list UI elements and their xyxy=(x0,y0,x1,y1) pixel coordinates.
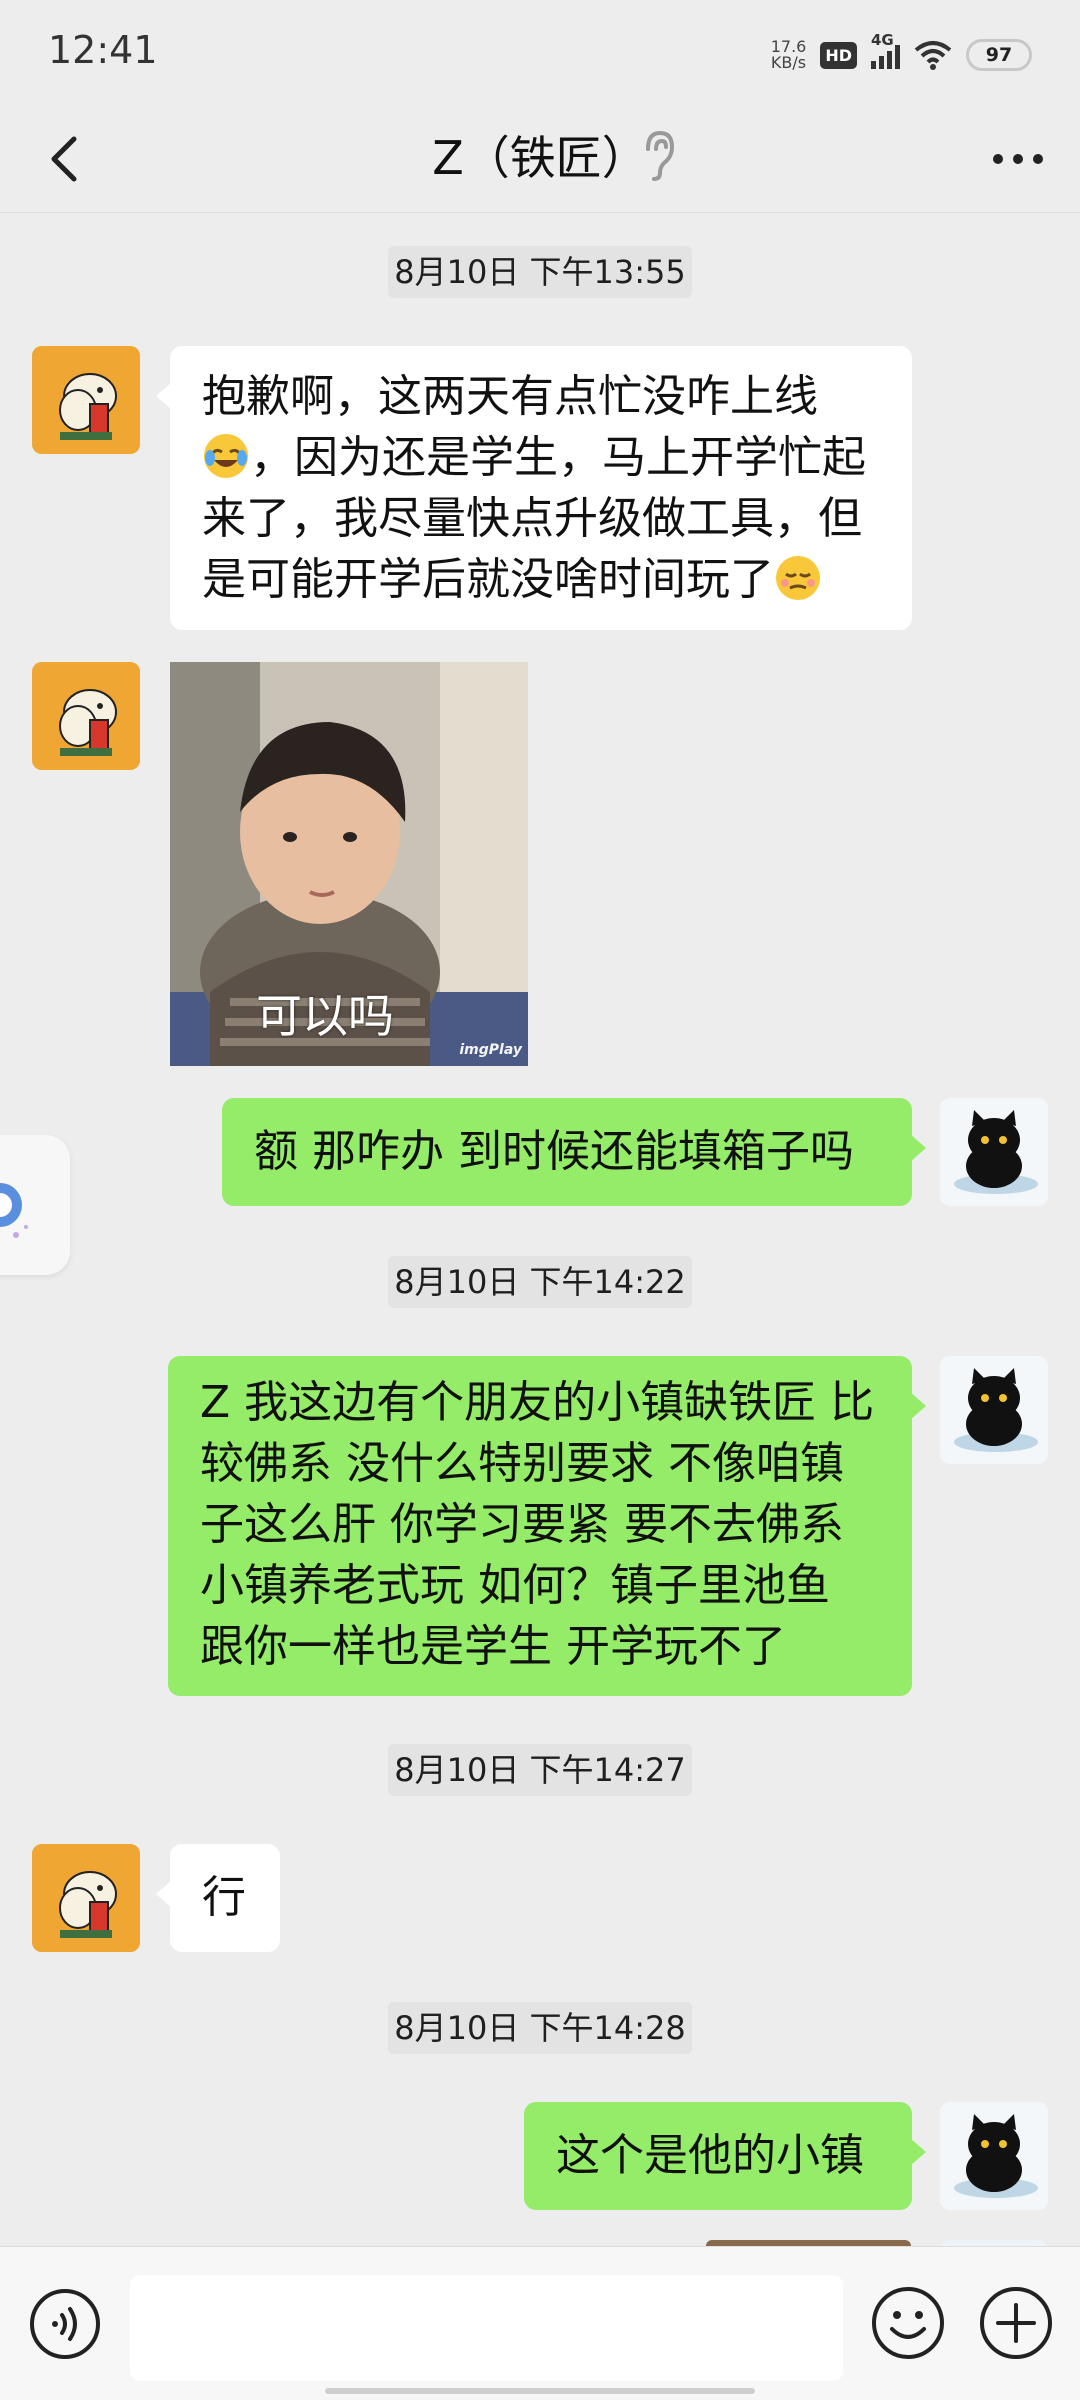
battery-indicator: 97 xyxy=(966,39,1032,71)
message-line: 额 那咋办 到时候还能填箱子吗 xyxy=(254,1126,854,1177)
ear-icon[interactable] xyxy=(638,125,678,185)
hd-icon: HD xyxy=(820,41,857,69)
plus-icon[interactable] xyxy=(978,2285,1054,2361)
network-speed: 17.6 KB/s xyxy=(770,37,807,72)
message-input[interactable] xyxy=(130,2275,843,2381)
cellular-signal-icon: 4G xyxy=(871,31,900,69)
time-separator: 8月10日 下午13:55 xyxy=(388,246,692,298)
message-line: 较佛系 没什么特别要求 不像咱镇 xyxy=(200,1438,844,1489)
message-line: 行 xyxy=(202,1872,246,1923)
my-avatar[interactable] xyxy=(940,1356,1048,1464)
chat-title: Z（铁匠） xyxy=(432,131,648,185)
message-bubble-contact[interactable]: 抱歉啊，这两天有点忙没咋上线 ，因为还是学生，马上开学忙起 来了，我尽量快点升级… xyxy=(156,346,912,630)
voice-icon[interactable] xyxy=(28,2287,102,2361)
contact-avatar-image xyxy=(32,662,140,770)
input-bar xyxy=(0,2246,1080,2400)
sticker-watermark: imgPlay xyxy=(459,1042,522,1058)
status-bar: 12:41 17.6 KB/s HD 4G 97 xyxy=(0,0,1080,105)
message-bubble-me[interactable]: 额 那咋办 到时候还能填箱子吗 xyxy=(222,1098,926,1206)
message-bubble-contact[interactable]: 行 xyxy=(156,1844,280,1952)
laughing-tears-emoji xyxy=(204,434,248,478)
message-line: 跟你一样也是学生 开学玩不了 xyxy=(200,1621,786,1672)
message-line: Z 我这边有个朋友的小镇缺铁匠 比 xyxy=(200,1377,875,1428)
sticker-image[interactable]: 可以吗 imgPlay xyxy=(170,662,528,1066)
contact-avatar-image xyxy=(32,346,140,454)
floating-widget-icon xyxy=(0,1183,28,1238)
time-separator: 8月10日 下午14:22 xyxy=(388,1256,692,1308)
message-bubble-me[interactable]: Z 我这边有个朋友的小镇缺铁匠 比 较佛系 没什么特别要求 不像咱镇 子这么肝 … xyxy=(168,1356,926,1696)
more-icon[interactable] xyxy=(986,127,1050,191)
wifi-icon xyxy=(914,41,952,70)
time-separator: 8月10日 下午14:27 xyxy=(388,1744,692,1796)
home-indicator[interactable] xyxy=(325,2388,755,2394)
message-line: 子这么肝 你学习要紧 要不去佛系 xyxy=(200,1499,844,1550)
message-bubble-me[interactable]: 这个是他的小镇 xyxy=(524,2102,926,2210)
contact-avatar[interactable] xyxy=(32,662,140,770)
emoji-icon[interactable] xyxy=(870,2285,946,2361)
contact-avatar[interactable] xyxy=(32,346,140,454)
message-line: 来了，我尽量快点升级做工具，但 xyxy=(202,493,862,544)
status-icons: 17.6 KB/s HD 4G 97 xyxy=(771,30,1032,80)
my-avatar[interactable] xyxy=(940,2102,1048,2210)
chat-header: Z（铁匠） xyxy=(0,105,1080,213)
message-line: 抱歉啊，这两天有点忙没咋上线 xyxy=(202,371,818,422)
my-avatar-image xyxy=(940,1098,1048,1206)
my-avatar-image xyxy=(940,1356,1048,1464)
my-avatar[interactable] xyxy=(940,1098,1048,1206)
worried-emoji xyxy=(776,556,820,600)
time-separator: 8月10日 下午14:28 xyxy=(388,2002,692,2054)
contact-avatar[interactable] xyxy=(32,1844,140,1952)
message-line: 小镇养老式玩 如何？镇子里池鱼 xyxy=(200,1560,830,1611)
status-time: 12:41 xyxy=(48,28,158,72)
message-line: 这个是他的小镇 xyxy=(556,2130,864,2181)
my-avatar-image xyxy=(940,2102,1048,2210)
sticker-caption: 可以吗 xyxy=(256,989,394,1043)
message-line: ，因为还是学生，马上开学忙起 xyxy=(202,427,880,488)
message-line: 是可能开学后就没啥时间玩了 xyxy=(202,549,880,610)
floating-assistant-widget[interactable] xyxy=(0,1135,70,1275)
contact-avatar-image xyxy=(32,1844,140,1952)
